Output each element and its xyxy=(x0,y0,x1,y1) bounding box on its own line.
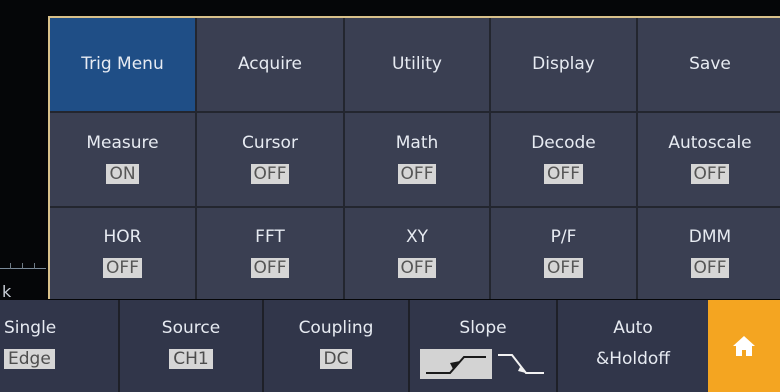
state-badge: OFF xyxy=(690,164,730,184)
menu-save[interactable]: Save xyxy=(638,18,780,113)
state-badge: OFF xyxy=(544,164,583,184)
trigger-softkey-bar: Single Edge Source CH1 Coupling DC Slope xyxy=(0,300,780,392)
softkey-label: Source xyxy=(161,318,221,338)
softkey-source[interactable]: Source CH1 xyxy=(120,300,264,392)
menu-item-label: Decode xyxy=(531,133,596,153)
menu-display[interactable]: Display xyxy=(491,18,638,113)
softkey-value: CH1 xyxy=(169,349,213,369)
softkey-value: Edge xyxy=(4,349,55,369)
softkey-value: DC xyxy=(319,349,353,369)
menu-item-label: DMM xyxy=(688,227,732,247)
menu-item-label: HOR xyxy=(103,227,142,247)
grid-tick xyxy=(34,263,35,269)
menu-measure[interactable]: Measure ON xyxy=(50,113,197,208)
time-base-suffix: k xyxy=(2,282,12,301)
softkey-label: Auto xyxy=(613,318,653,338)
menu-utility[interactable]: Utility xyxy=(345,18,491,113)
menu-item-label: Utility xyxy=(391,54,442,74)
menu-dmm[interactable]: DMM OFF xyxy=(638,208,780,299)
state-badge: OFF xyxy=(250,164,290,184)
state-badge: OFF xyxy=(690,258,730,278)
softkey-slope[interactable]: Slope xyxy=(410,300,558,392)
menu-item-label: Measure xyxy=(86,133,159,153)
menu-item-label: XY xyxy=(405,227,429,247)
state-badge: OFF xyxy=(544,258,583,278)
menu-item-label: Save xyxy=(689,54,731,74)
menu-item-label: Trig Menu xyxy=(81,54,164,74)
menu-hor[interactable]: HOR OFF xyxy=(50,208,197,299)
menu-autoscale[interactable]: Autoscale OFF xyxy=(638,113,780,208)
softkey-value: &Holdoff xyxy=(595,349,671,369)
menu-pass-fail[interactable]: P/F OFF xyxy=(491,208,638,299)
state-badge: OFF xyxy=(397,258,437,278)
falling-edge-icon[interactable] xyxy=(496,349,546,379)
state-badge: OFF xyxy=(250,258,290,278)
state-badge: OFF xyxy=(397,164,437,184)
menu-trig-menu[interactable]: Trig Menu xyxy=(50,18,197,113)
menu-item-label: Cursor xyxy=(242,133,298,153)
menu-decode[interactable]: Decode OFF xyxy=(491,113,638,208)
grid-tick xyxy=(22,263,23,269)
menu-math[interactable]: Math OFF xyxy=(345,113,491,208)
softkey-label: Slope xyxy=(459,318,507,338)
menu-item-label: Display xyxy=(532,54,595,74)
softkey-label: Coupling xyxy=(298,318,374,338)
softkey-label: Single xyxy=(4,318,57,338)
main-menu-popup: Trig Menu Acquire Utility Display Save M… xyxy=(48,16,780,299)
softkey-coupling[interactable]: Coupling DC xyxy=(264,300,410,392)
menu-item-label: Autoscale xyxy=(668,133,752,153)
menu-item-label: Acquire xyxy=(237,54,303,74)
state-badge: OFF xyxy=(103,258,142,278)
menu-item-label: P/F xyxy=(550,227,577,247)
rising-edge-icon[interactable] xyxy=(420,349,492,379)
menu-cursor[interactable]: Cursor OFF xyxy=(197,113,345,208)
state-badge: ON xyxy=(106,164,139,184)
grid-tick xyxy=(10,263,11,269)
softkey-trigger-mode[interactable]: Auto &Holdoff xyxy=(558,300,708,392)
slope-options xyxy=(420,349,546,379)
waveform-trace xyxy=(0,268,46,269)
menu-fft[interactable]: FFT OFF xyxy=(197,208,345,299)
menu-item-label: Math xyxy=(395,133,439,153)
menu-acquire[interactable]: Acquire xyxy=(197,18,345,113)
home-button[interactable] xyxy=(708,300,780,392)
menu-item-label: FFT xyxy=(255,227,285,247)
softkey-single[interactable]: Single Edge xyxy=(0,300,120,392)
home-icon xyxy=(733,336,755,356)
menu-xy[interactable]: XY OFF xyxy=(345,208,491,299)
